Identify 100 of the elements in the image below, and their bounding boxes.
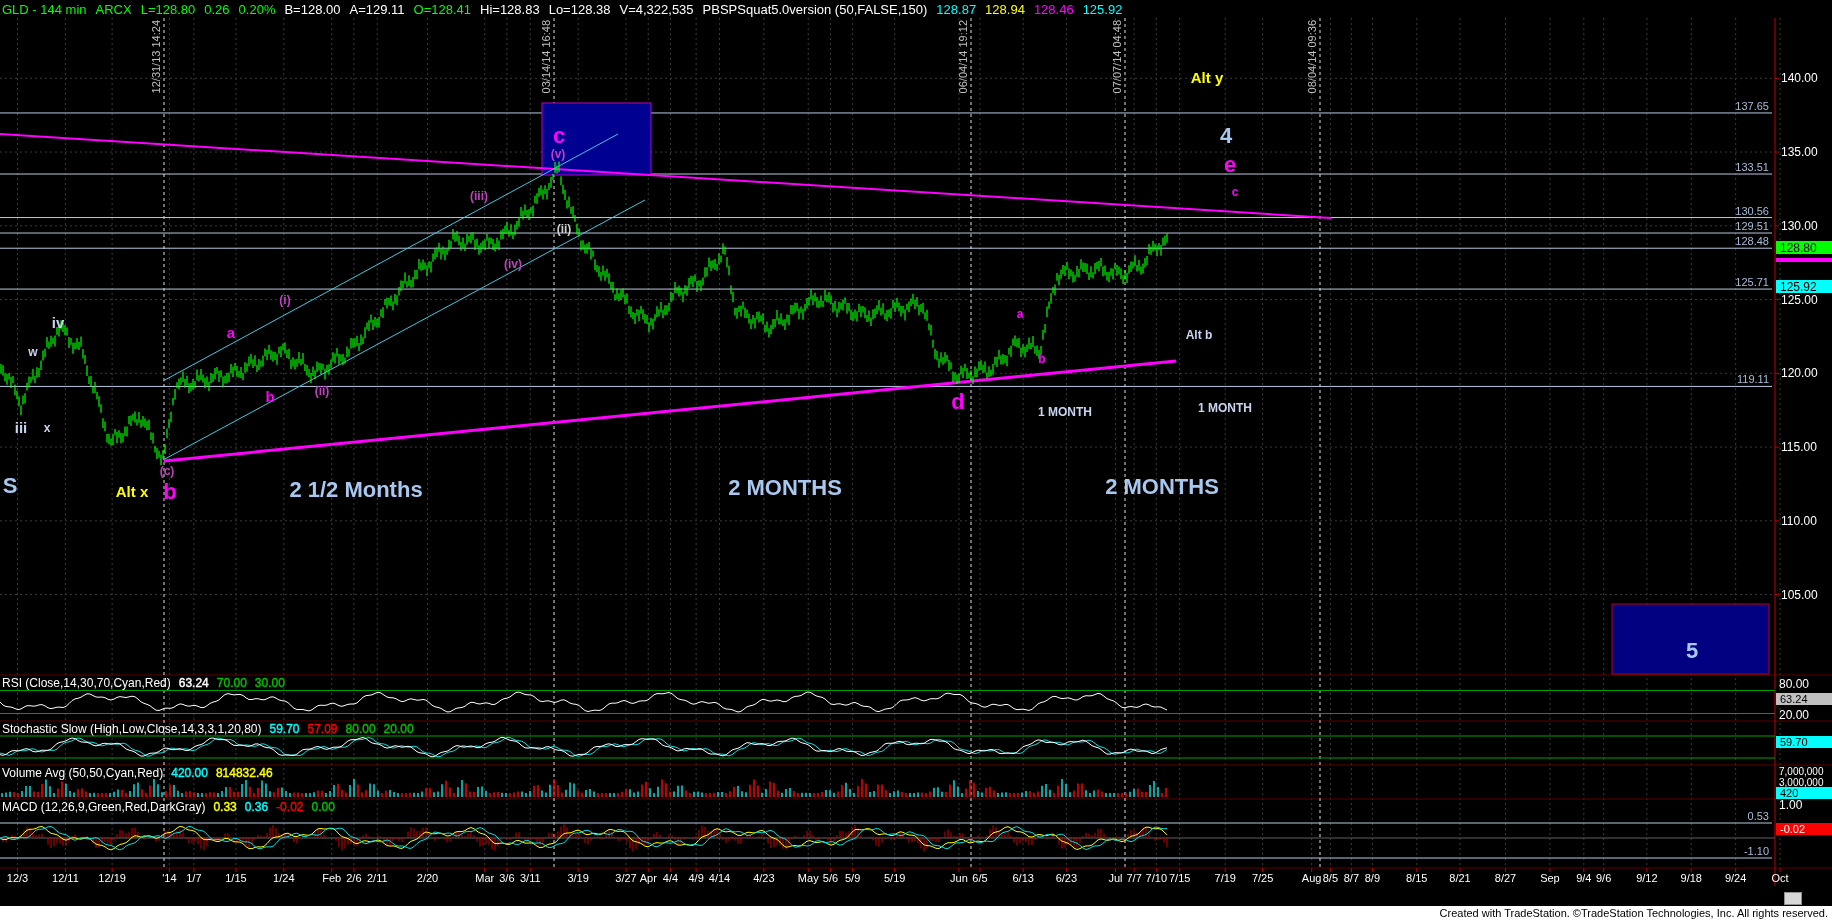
quote-field: GLD - 144 min xyxy=(2,2,87,16)
wave-label: (ii) xyxy=(314,384,330,399)
quote-field: L=128.80 xyxy=(140,2,196,16)
quote-field: B=128.00 xyxy=(284,2,341,16)
date-axis-label: 6/13 xyxy=(1012,872,1034,884)
wave-label: d xyxy=(951,388,965,414)
price-level-label: 119.11 xyxy=(1737,373,1769,386)
date-axis-label: Feb xyxy=(322,872,342,884)
indicator-label: Stochastic Slow (High,Low,Close,14,3,3,1,20,80) 59.70 57.09 80.00 20.00 xyxy=(2,722,414,736)
date-axis-label: 3/27 xyxy=(615,872,637,884)
quote-field: Lo=128.38 xyxy=(548,2,611,16)
wave-label: w xyxy=(28,345,38,360)
price-badge: 128.80 xyxy=(1776,241,1832,255)
date-axis-label: Jul xyxy=(1108,872,1123,884)
date-axis-label: 9/12 xyxy=(1636,872,1658,884)
wave-label: (iv) xyxy=(504,257,522,272)
price-level-label: 133.51 xyxy=(1735,161,1769,174)
quote-field: V=4,322,535 xyxy=(619,2,694,16)
wave-label: a xyxy=(226,323,236,341)
date-axis-label: 9/24 xyxy=(1724,872,1747,884)
date-axis-label: 7/7 xyxy=(1126,872,1142,884)
indicator-axis-label: 7,000,000 xyxy=(1779,766,1824,777)
quote-field: 128.94 xyxy=(985,2,1025,16)
date-axis-label: 7/19 xyxy=(1214,872,1236,884)
wave-label: a xyxy=(1016,307,1024,322)
quote-field: PBSPSquat5.0version (50,FALSE,150) xyxy=(702,2,928,16)
quote-field: 0.26 xyxy=(204,2,230,16)
wave-label: (v) xyxy=(550,147,566,162)
date-axis-label: 6/23 xyxy=(1055,872,1078,884)
quote-field: 125.92 xyxy=(1082,2,1123,16)
price-axis-label: 140.00 xyxy=(1781,71,1818,86)
date-axis-label: 4/14 xyxy=(708,872,731,884)
quote-field: ARCX xyxy=(95,2,132,16)
date-axis-label: 4/4 xyxy=(662,872,679,884)
date-axis-label: 12/19 xyxy=(98,872,126,884)
date-axis-label: 1/7 xyxy=(186,872,202,884)
date-axis-label: 8/21 xyxy=(1449,872,1471,884)
indicator-axis-label: 3,000,000 xyxy=(1779,777,1824,788)
wave-label: 1 MONTH xyxy=(1038,405,1092,420)
indicator-badge: -0.02 xyxy=(1776,823,1832,835)
date-axis-label: 7/15 xyxy=(1168,872,1191,884)
indicator-axis-label: 20.00 xyxy=(1779,708,1810,722)
date-axis-label: 8/9 xyxy=(1364,872,1381,884)
date-axis-label: 1/15 xyxy=(225,872,247,884)
quote-field: Hi=128.83 xyxy=(480,2,540,16)
wave-label: Alt x xyxy=(115,482,149,500)
price-axis-label: 135.00 xyxy=(1781,145,1818,160)
wave-label: (ii) xyxy=(556,222,572,237)
macd-level-label: -1.10 xyxy=(1743,845,1769,857)
wave-label: b xyxy=(163,478,177,504)
wave-label: 2 MONTHS xyxy=(728,474,842,500)
wave-label: 2 1/2 Months xyxy=(289,476,423,502)
wave-label: (i) xyxy=(279,293,291,308)
date-axis-label: 8/15 xyxy=(1406,872,1428,884)
date-axis-label: 8/5 xyxy=(1322,872,1338,884)
date-axis-label: 8/27 xyxy=(1494,872,1517,884)
date-axis-label: '14 xyxy=(162,872,177,884)
price-axis-label: 105.00 xyxy=(1781,587,1818,602)
indicator-axis-label: 80.00 xyxy=(1779,677,1810,691)
indicator-badge: 63.24 xyxy=(1776,693,1832,705)
price-axis-label: 130.00 xyxy=(1781,218,1818,233)
wave-label: iv xyxy=(51,313,65,331)
indicator-label: RSI (Close,14,30,70,Cyan,Red) 63.24 70.00 30.00 xyxy=(2,676,285,690)
date-axis-label: Apr xyxy=(639,872,657,884)
timestamp-label: 07/07/14 04:48 xyxy=(1111,20,1123,94)
wave-label: Alt b xyxy=(1185,328,1213,343)
quote-field: 128.87 xyxy=(936,2,977,16)
date-axis-label: 2/11 xyxy=(366,872,388,884)
date-axis-label: 3/6 xyxy=(499,872,515,884)
quote-field: A=129.11 xyxy=(349,2,405,16)
date-axis-label: Sep xyxy=(1540,872,1560,884)
timestamp-label: 08/04/14 09:36 xyxy=(1306,20,1318,94)
date-axis-label: 1/24 xyxy=(273,872,295,884)
date-axis-label: 2/6 xyxy=(346,872,362,884)
date-axis-label: 6/5 xyxy=(972,872,988,884)
wave-label: S xyxy=(2,472,18,498)
date-axis-label: 7/10 xyxy=(1145,872,1168,884)
price-level-label: 129.51 xyxy=(1735,220,1769,233)
date-axis-label: May xyxy=(797,872,819,884)
scrollbar-thumb[interactable] xyxy=(1784,891,1802,905)
timestamp-label: 12/31/13 14:24 xyxy=(150,20,162,94)
wave-label: (iii) xyxy=(470,189,488,204)
wave-label: c xyxy=(1231,185,1239,200)
timestamp-label: 03/14/14 16:48 xyxy=(540,20,552,94)
quote-field: 0.20% xyxy=(238,2,276,16)
wave-label: Alt y xyxy=(1190,68,1224,86)
date-axis-label: 9/4 xyxy=(1576,872,1592,884)
wave-label: x xyxy=(43,421,51,436)
date-axis-label: 5/19 xyxy=(884,872,906,884)
quote-field: 128.46 xyxy=(1033,2,1074,16)
date-axis-label: 4/23 xyxy=(753,872,775,884)
date-axis-label: Jun xyxy=(950,872,968,884)
date-axis-label: 9/6 xyxy=(1596,872,1612,884)
price-level-label: 128.48 xyxy=(1735,235,1769,248)
wave-label: iii xyxy=(14,418,28,436)
wave-label: 5 xyxy=(1685,637,1699,663)
date-axis-label: 5/9 xyxy=(845,872,861,884)
date-axis-label: 3/19 xyxy=(567,872,589,884)
wave-label: b xyxy=(1038,352,1046,367)
indicator-axis-label: 1.00 xyxy=(1779,798,1803,812)
